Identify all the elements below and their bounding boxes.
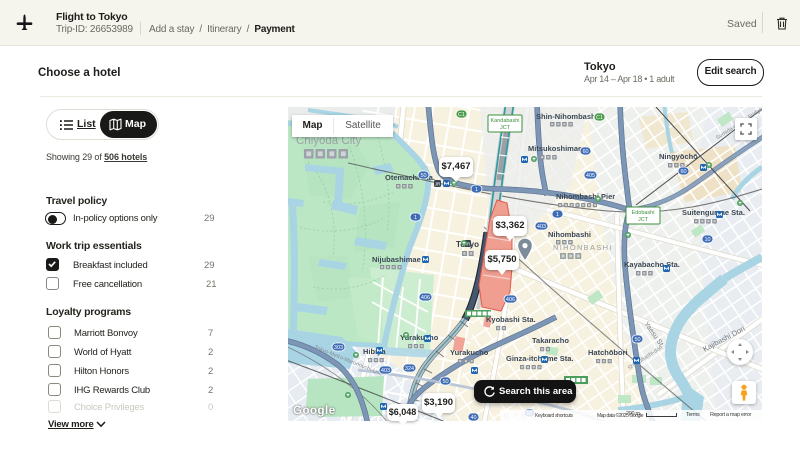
svg-text:Shin-Nihombashi: Shin-Nihombashi	[536, 112, 598, 121]
svg-text:Hatchōbori: Hatchōbori	[588, 348, 628, 357]
svg-text:403: 403	[537, 224, 546, 230]
svg-text:JCT: JCT	[500, 125, 511, 131]
svg-text:50: 50	[634, 337, 640, 343]
svg-text:Nijubashimae: Nijubashimae	[372, 255, 421, 264]
svg-text:Kayabacho Sta.: Kayabacho Sta.	[624, 260, 680, 269]
svg-text:Kandabashi: Kandabashi	[490, 118, 519, 124]
svg-text:406: 406	[421, 295, 430, 301]
svg-text:Mitsukoshimae: Mitsukoshimae	[528, 144, 582, 153]
svg-text:Yurakucho: Yurakucho	[450, 348, 489, 357]
svg-text:40: 40	[470, 415, 476, 421]
svg-text:303: 303	[334, 345, 343, 351]
svg-text:Nihombashi: Nihombashi	[548, 230, 591, 239]
svg-text:405: 405	[586, 173, 595, 179]
svg-text:50: 50	[420, 173, 426, 179]
svg-text:324: 324	[405, 366, 414, 372]
svg-text:60: 60	[582, 149, 588, 155]
svg-text:10: 10	[704, 237, 710, 243]
svg-text:50: 50	[442, 379, 448, 385]
svg-text:406: 406	[506, 297, 515, 303]
svg-text:Kyobashi Sta.: Kyobashi Sta.	[486, 315, 536, 324]
svg-text:1: 1	[414, 215, 417, 221]
svg-text:Suitengumae Sta.: Suitengumae Sta.	[682, 208, 745, 217]
svg-text:Takaracho: Takaracho	[532, 336, 569, 345]
svg-text:NIHONBASHI: NIHONBASHI	[553, 243, 613, 252]
svg-text:JCT: JCT	[638, 217, 649, 223]
svg-text:C1: C1	[458, 112, 465, 118]
svg-text:C1: C1	[596, 115, 603, 121]
svg-text:Ningyōchō: Ningyōchō	[659, 152, 698, 161]
svg-text:403: 403	[381, 368, 390, 374]
svg-text:1: 1	[556, 212, 559, 218]
svg-text:Nihombashi Pier: Nihombashi Pier	[556, 192, 615, 201]
svg-text:Edobashi: Edobashi	[632, 210, 655, 216]
svg-text:Ginza-itchome Sta.: Ginza-itchome Sta.	[506, 354, 574, 363]
svg-text:60: 60	[680, 169, 686, 175]
svg-text:JR: JR	[435, 181, 441, 186]
svg-text:1: 1	[475, 187, 478, 193]
